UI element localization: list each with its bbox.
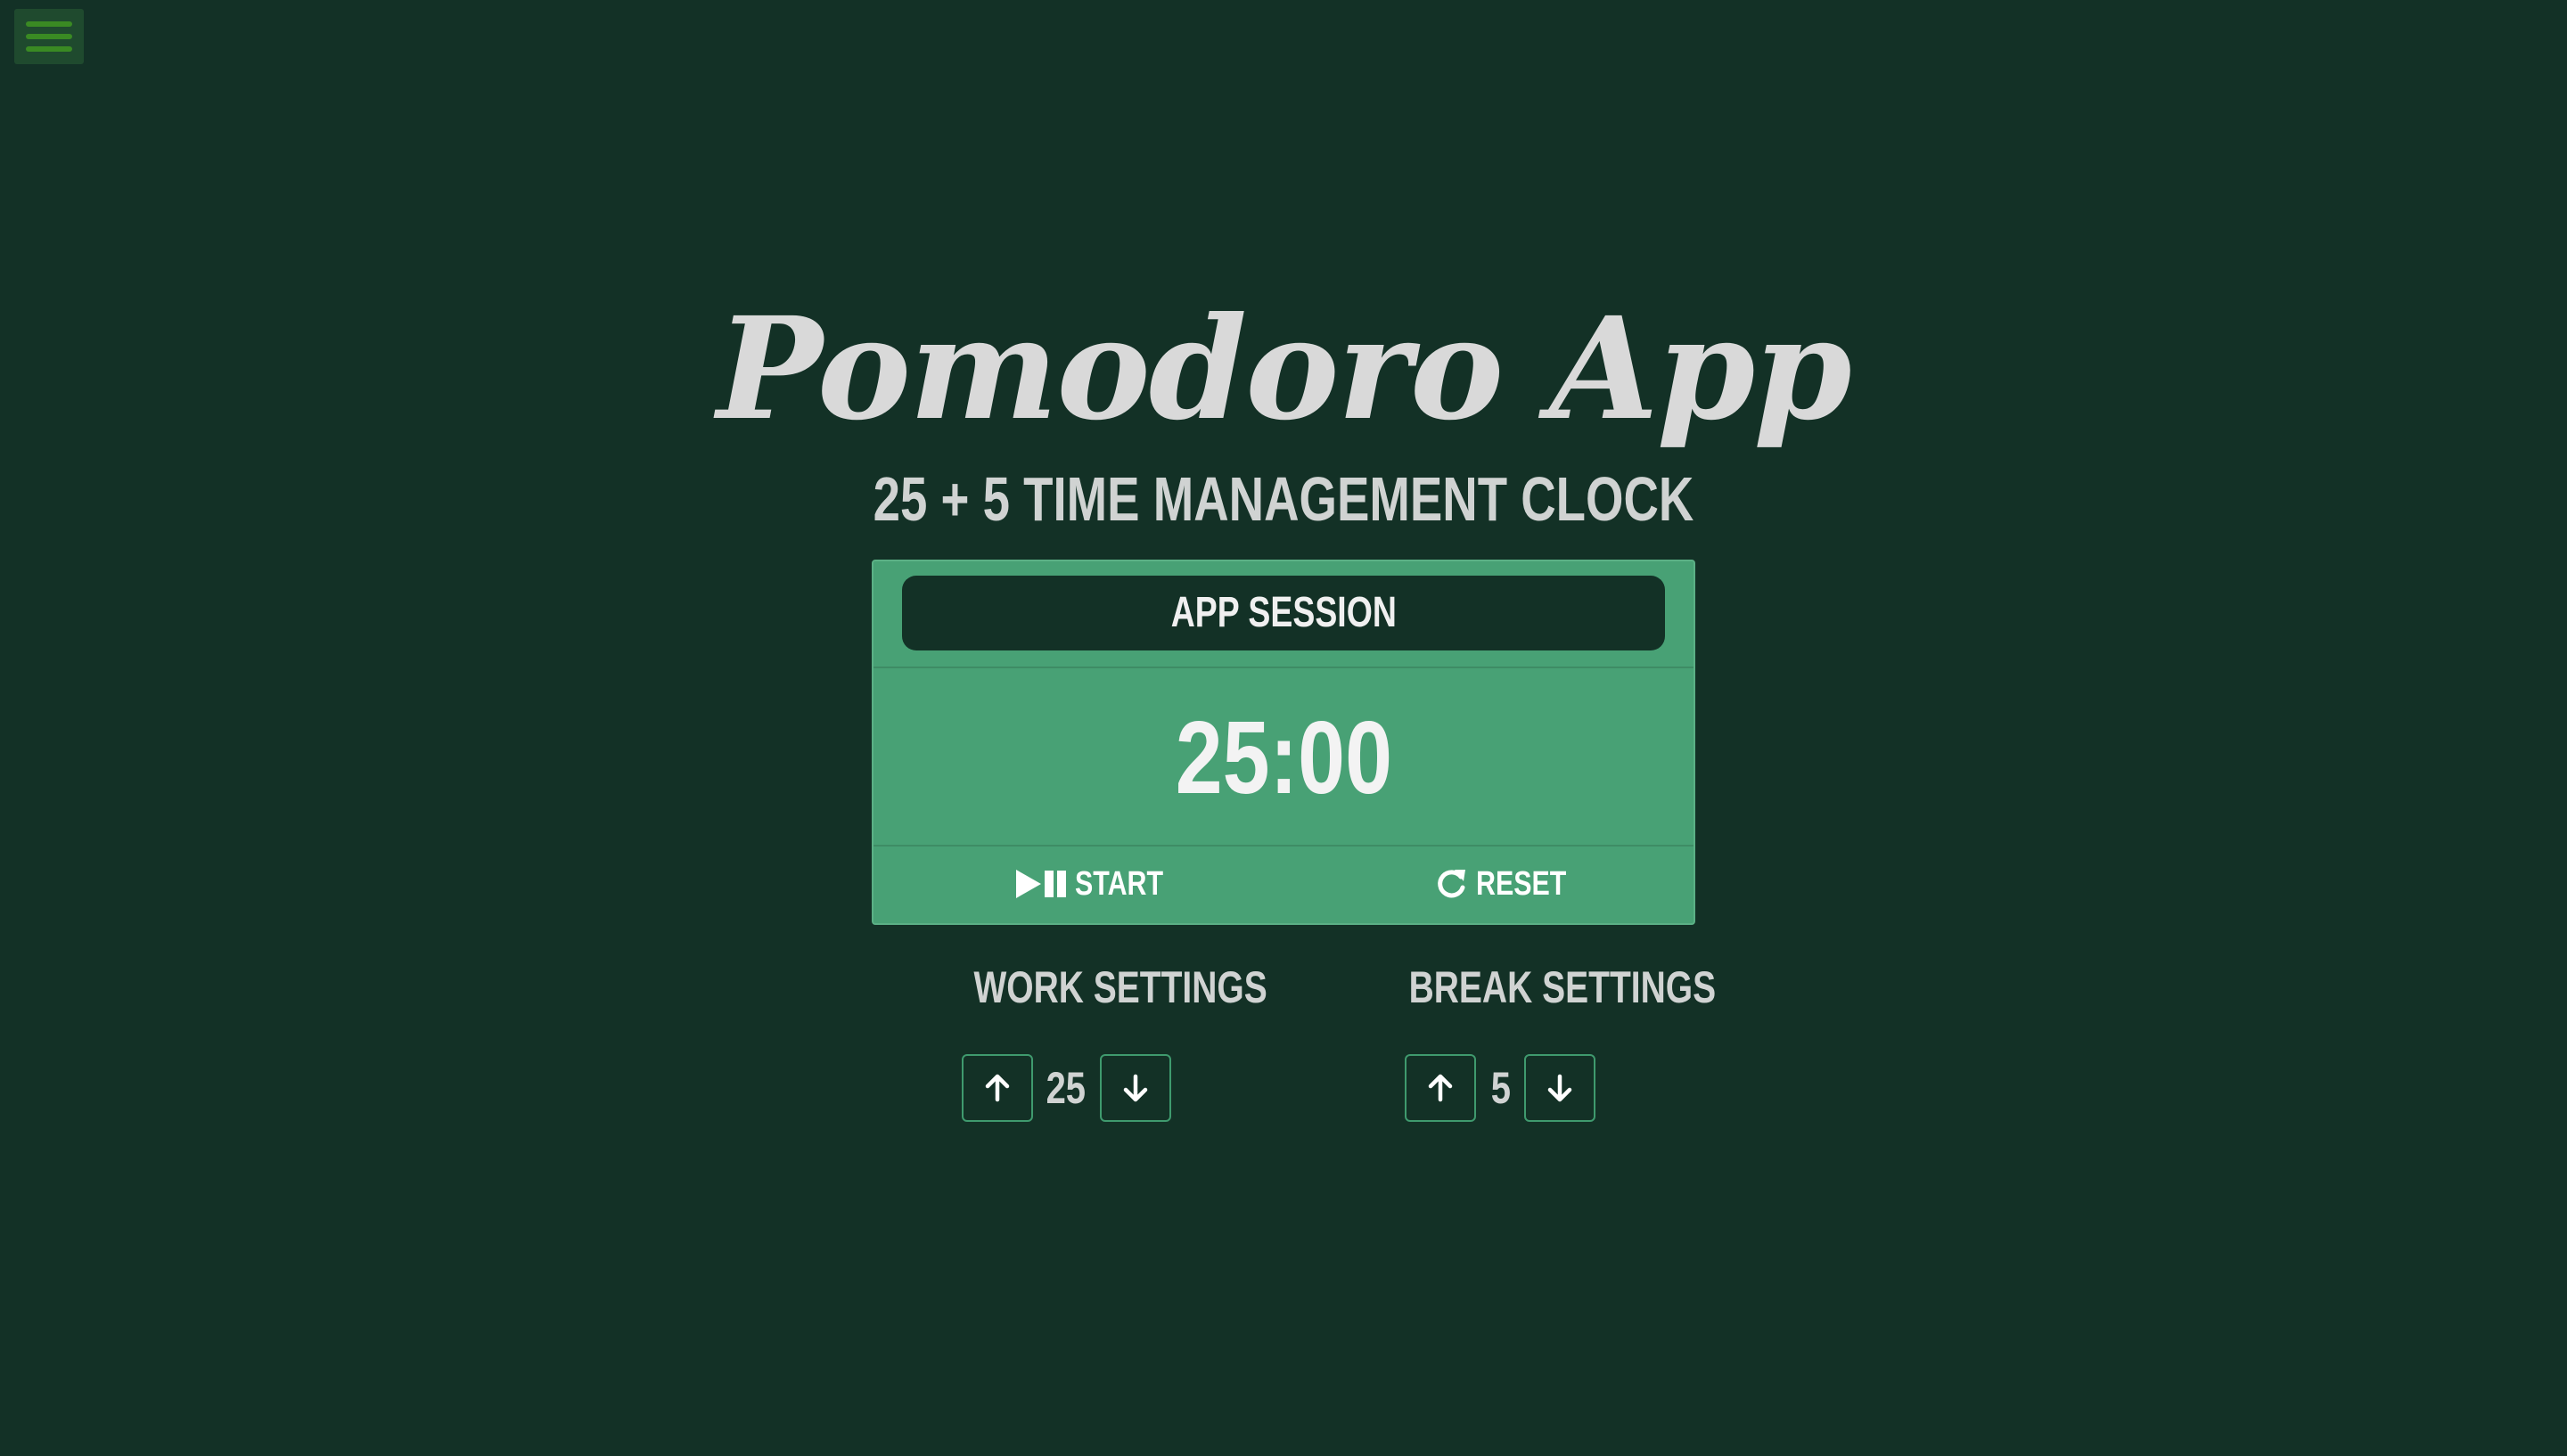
- app-subtitle: 25 + 5 TIME MANAGEMENT CLOCK: [873, 464, 1694, 534]
- arrow-down-icon: [1547, 1074, 1572, 1102]
- reset-label: RESET: [1476, 864, 1567, 903]
- hamburger-menu-icon-bar: [26, 46, 72, 52]
- arrow-up-icon: [1428, 1074, 1453, 1102]
- break-decrement-button[interactable]: [1524, 1054, 1595, 1122]
- work-settings-title: WORK SETTINGS: [932, 961, 1267, 1014]
- work-value: 25: [1046, 1063, 1087, 1113]
- arrow-up-icon: [985, 1074, 1010, 1102]
- reset-button[interactable]: RESET: [1433, 855, 1589, 912]
- hamburger-menu-icon-bar: [26, 34, 72, 39]
- work-increment-button[interactable]: [962, 1054, 1033, 1122]
- app-title: Pomodoro App: [717, 287, 1852, 452]
- time-display: 25:00: [873, 686, 1694, 829]
- divider: [873, 845, 1694, 847]
- break-settings-label: BREAK SETTINGS: [1408, 962, 1717, 1012]
- timer-card: APP SESSION 25:00 START RESET: [872, 560, 1695, 925]
- work-duration-value: 25: [1036, 1054, 1096, 1122]
- arrow-down-icon: [1123, 1074, 1148, 1102]
- start-button[interactable]: START: [1016, 855, 1185, 912]
- session-label-bar: APP SESSION: [902, 576, 1665, 650]
- session-label: APP SESSION: [1170, 589, 1397, 636]
- work-decrement-button[interactable]: [1100, 1054, 1171, 1122]
- break-value: 5: [1490, 1063, 1512, 1113]
- time-value: 25:00: [1175, 699, 1392, 815]
- break-settings-title: BREAK SETTINGS: [1366, 961, 1717, 1014]
- play-pause-icon: [1016, 870, 1066, 898]
- break-duration-value: 5: [1478, 1054, 1524, 1122]
- refresh-icon: [1438, 870, 1465, 898]
- hamburger-menu-icon: [26, 21, 72, 27]
- start-label: START: [1075, 864, 1164, 903]
- divider: [873, 667, 1694, 668]
- menu-button[interactable]: [14, 9, 84, 64]
- work-settings-label: WORK SETTINGS: [973, 962, 1267, 1012]
- break-increment-button[interactable]: [1405, 1054, 1476, 1122]
